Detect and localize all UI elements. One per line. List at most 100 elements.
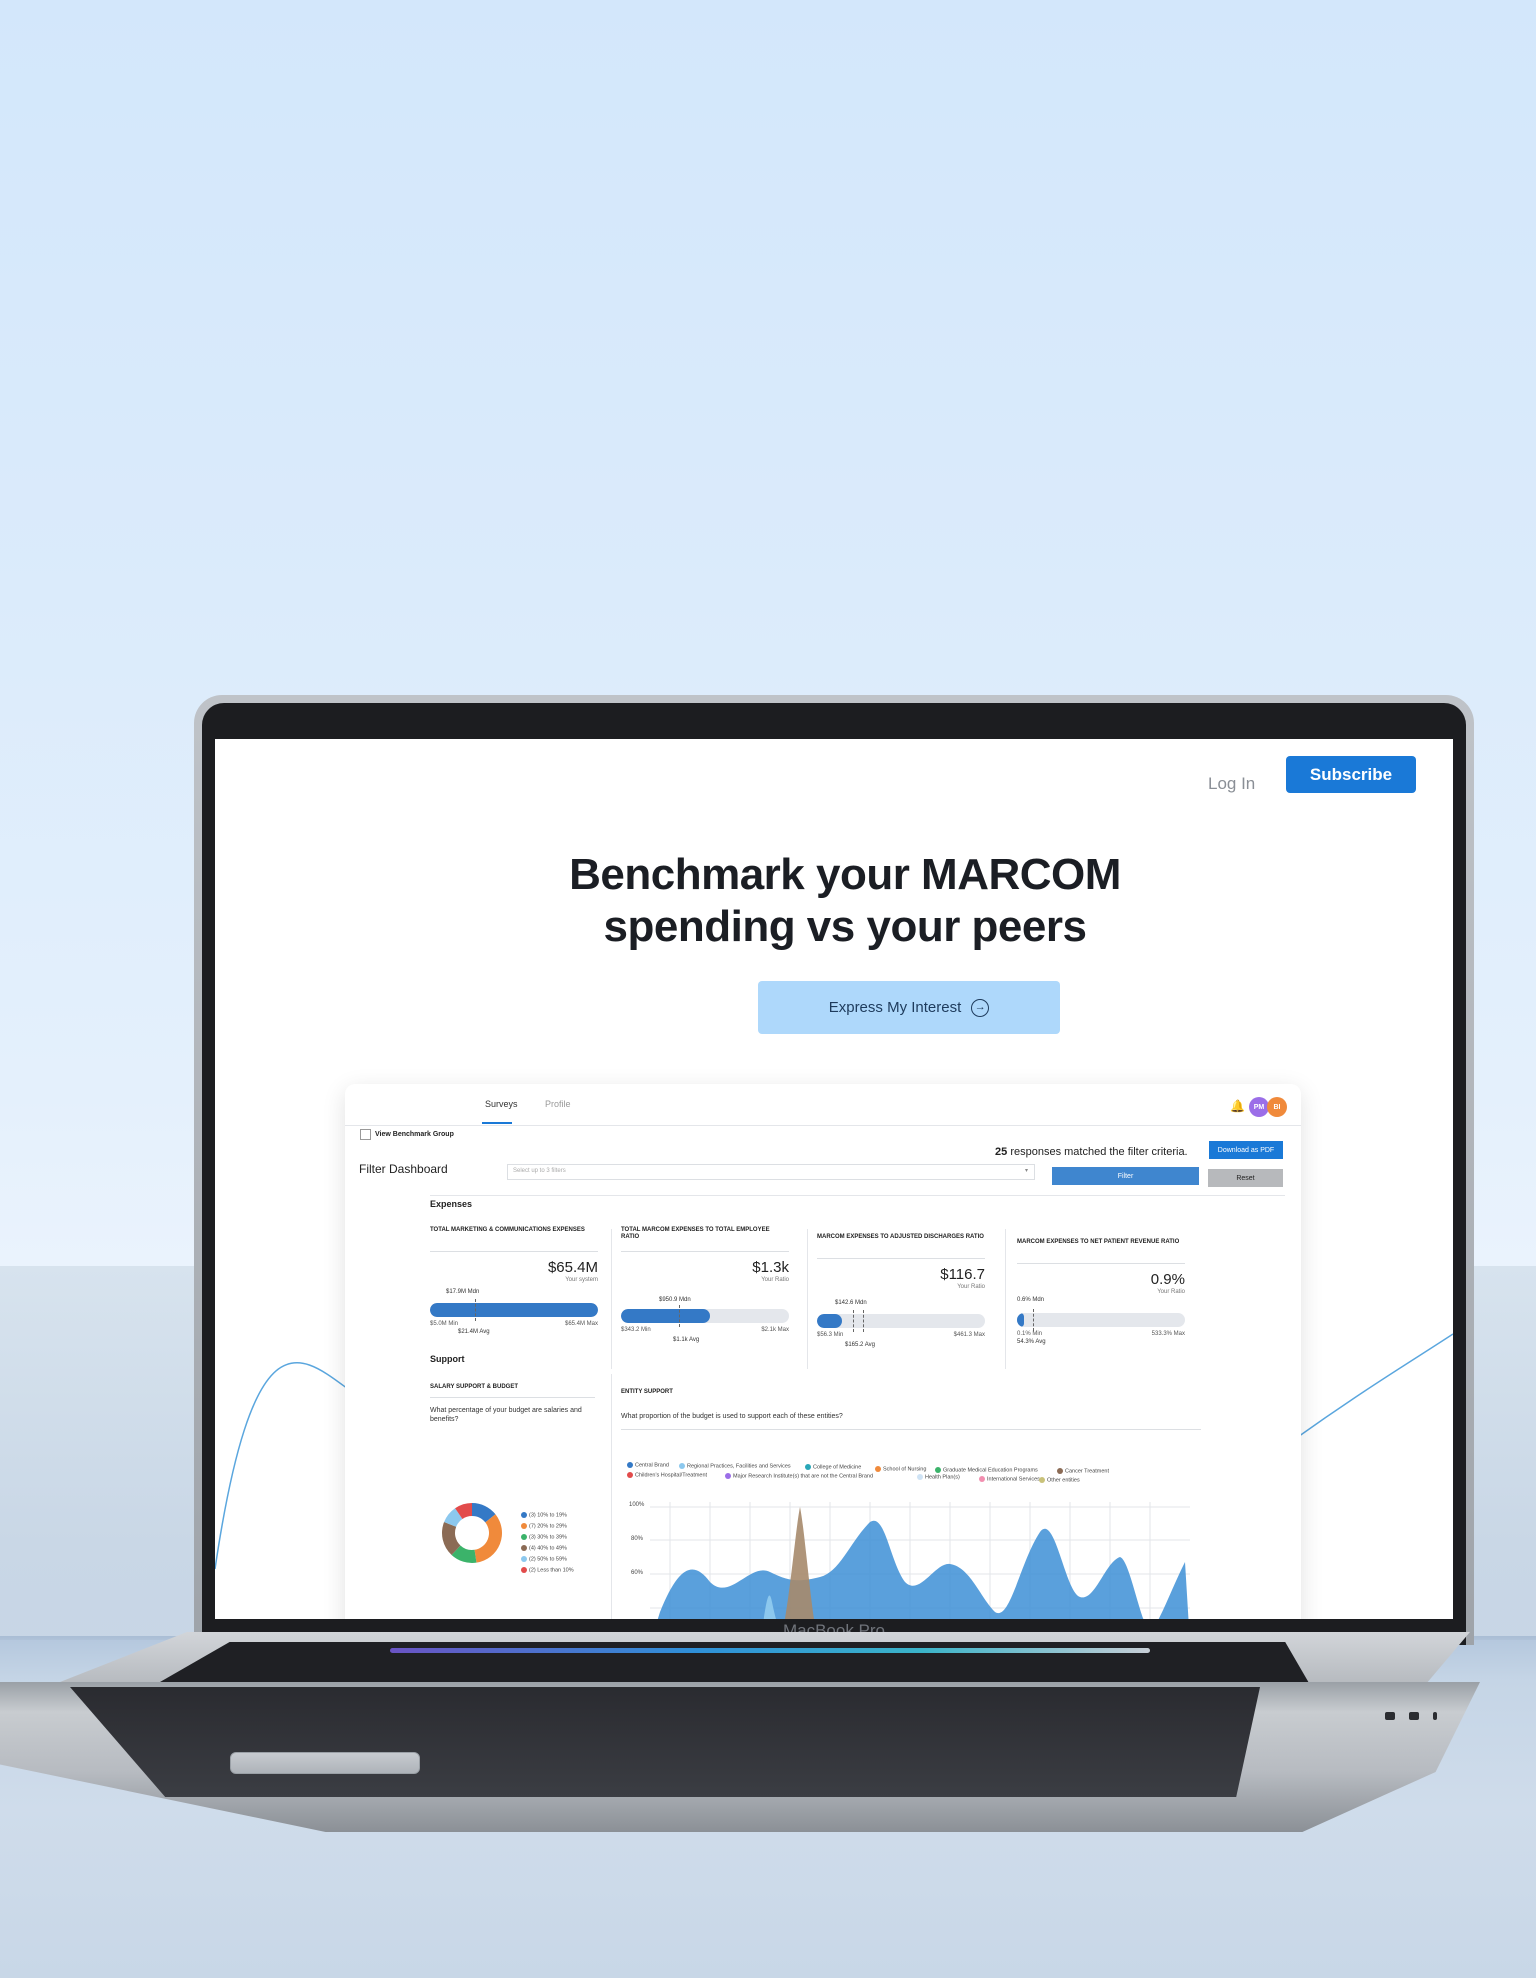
legend-item: Cancer Treatment (1057, 1468, 1109, 1474)
metric-separator (611, 1229, 612, 1369)
legend-label: Regional Practices, Facilities and Servi… (687, 1463, 791, 1470)
metric-card: MARCOM EXPENSES TO NET PATIENT REVENUE R… (1017, 1239, 1185, 1379)
legend-dot (627, 1472, 633, 1478)
legend-dot (521, 1556, 527, 1562)
filter-title: Filter Dashboard (359, 1162, 448, 1176)
metric-bar-track (430, 1303, 598, 1317)
avatar[interactable]: PM (1249, 1097, 1269, 1117)
entity-divider (621, 1429, 1201, 1430)
salary-question: What percentage of your budget are salar… (430, 1407, 582, 1423)
usb-port-icon (1409, 1712, 1419, 1720)
legend-dot (679, 1463, 685, 1470)
metric-value: $65.4M (547, 1259, 598, 1276)
legend-item: Regional Practices, Facilities and Servi… (679, 1463, 791, 1470)
metric-divider (1017, 1263, 1185, 1264)
legend-label: (7) 20% to 29% (529, 1523, 567, 1530)
legend-label: Other entities (1047, 1477, 1080, 1484)
legend-dot (627, 1462, 633, 1468)
metric-separator (1005, 1229, 1006, 1369)
metric-card: TOTAL MARKETING & COMMUNICATIONS EXPENSE… (430, 1227, 598, 1367)
legend-dot (875, 1465, 881, 1472)
reset-button[interactable]: Reset (1208, 1169, 1283, 1187)
metric-bar-fill (1017, 1313, 1024, 1327)
legend-dot (935, 1466, 941, 1473)
section-support: Support (430, 1354, 465, 1364)
legend-item: Health Plan(s) (917, 1474, 960, 1481)
legend-dot (521, 1534, 527, 1540)
median-marker (679, 1305, 680, 1327)
subscribe-button[interactable]: Subscribe (1286, 756, 1416, 793)
benchmark-checkbox[interactable] (360, 1129, 371, 1140)
usb-port-icon (1385, 1712, 1395, 1720)
legend-label: Central Brand (635, 1462, 669, 1469)
metric-avg: 54.3% Avg (1017, 1339, 1046, 1345)
metric-min: 0.1% Min (1017, 1331, 1043, 1337)
legend-dot (1057, 1468, 1063, 1474)
legend-dot (521, 1512, 527, 1518)
legend-label: Cancer Treatment (1065, 1468, 1110, 1475)
metric-max: $2.1k Max (761, 1327, 789, 1333)
tab-surveys[interactable]: Surveys (485, 1099, 518, 1109)
legend-label: Health Plan(s) (925, 1474, 960, 1481)
legend-label: Major Research Institute(s) that are not… (733, 1473, 874, 1480)
legend-item: Graduate Medical Education Programs (935, 1466, 1038, 1473)
metric-separator (807, 1229, 808, 1369)
touch-bar (390, 1648, 1150, 1653)
salary-divider (430, 1397, 595, 1398)
filter-button[interactable]: Filter (1052, 1167, 1199, 1185)
median-marker (475, 1299, 476, 1321)
median-marker (1033, 1309, 1034, 1331)
y-tick-label: 100% (629, 1502, 645, 1508)
avatar[interactable]: BI (1267, 1097, 1287, 1117)
metric-bar-fill (817, 1314, 843, 1328)
keyboard-reflection (70, 1687, 1260, 1797)
metric-title: TOTAL MARKETING & COMMUNICATIONS EXPENSE… (430, 1227, 585, 1233)
login-link[interactable]: Log In (1208, 774, 1255, 794)
side-ports (1385, 1712, 1437, 1720)
tab-profile[interactable]: Profile (545, 1099, 571, 1109)
metric-subtitle: Your Ratio (761, 1277, 789, 1283)
metric-value: $116.7 (940, 1266, 985, 1283)
metric-median: 0.6% Mdn (1017, 1297, 1045, 1303)
metric-subtitle: Your Ratio (1157, 1289, 1185, 1295)
support-separator (611, 1374, 612, 1619)
legend-item: School of Nursing (875, 1465, 926, 1472)
metric-bar-track (1017, 1313, 1185, 1327)
entity-question: What proportion of the budget is used to… (621, 1413, 843, 1420)
legend-label: (4) 40% to 49% (529, 1545, 567, 1552)
metric-avg: $21.4M Avg (458, 1329, 490, 1335)
benchmark-label: View Benchmark Group (375, 1131, 454, 1138)
metric-median: $950.9 Mdn (659, 1297, 691, 1303)
filter-divider (430, 1195, 1285, 1196)
metric-card: MARCOM EXPENSES TO ADJUSTED DISCHARGES R… (817, 1234, 985, 1374)
y-tick-label: 80% (631, 1536, 644, 1542)
metric-bar-fill (430, 1303, 598, 1317)
metric-divider (817, 1258, 985, 1259)
legend-item: College of Medicine (805, 1464, 861, 1471)
metric-min: $5.0M Min (430, 1321, 459, 1327)
metric-min: $343.2 Min (621, 1327, 651, 1333)
metric-max: $65.4M Max (564, 1321, 598, 1327)
metric-value: 0.9% (1150, 1271, 1185, 1288)
legend-dot (725, 1473, 731, 1480)
metric-divider (430, 1251, 598, 1252)
legend-item: Major Research Institute(s) that are not… (725, 1473, 874, 1480)
download-pdf-button[interactable]: Download as PDF (1209, 1141, 1283, 1159)
filter-select[interactable]: Select up to 3 filters ▾ (507, 1164, 1035, 1180)
arrow-right-circle-icon: → (971, 998, 990, 1017)
entity-title: ENTITY SUPPORT (621, 1389, 673, 1395)
metric-bar-fill (621, 1309, 711, 1323)
legend-item: Children's Hospital/Treatment (627, 1472, 707, 1478)
bell-icon[interactable]: 🔔 (1230, 1099, 1245, 1113)
series-central-brand (657, 1520, 1189, 1619)
laptop-lid: MacBook Pro Log In Subscribe Benchmark y… (194, 695, 1474, 1645)
average-marker (863, 1310, 864, 1332)
legend-item: International Services (979, 1475, 1040, 1482)
metric-median: $142.6 Mdn (835, 1300, 867, 1306)
legend-label: (3) 30% to 39% (529, 1534, 567, 1541)
legend-dot (917, 1474, 923, 1481)
legend-dot (521, 1567, 527, 1573)
express-interest-button[interactable]: Express My Interest → (758, 981, 1060, 1034)
metric-title: MARCOM EXPENSES TO ADJUSTED DISCHARGES R… (817, 1234, 984, 1240)
legend-dot (805, 1464, 811, 1471)
